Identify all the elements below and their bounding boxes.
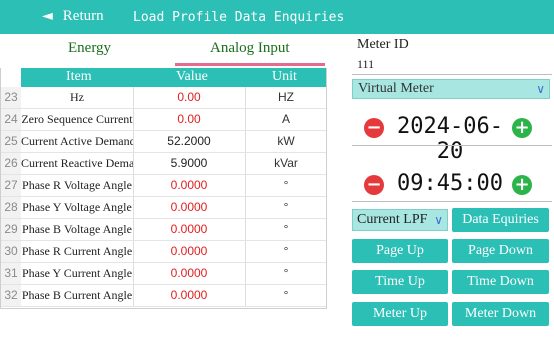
row-unit: °: [283, 266, 289, 280]
row-item: Phase R Current Angle: [21, 244, 133, 258]
control-panel: Meter ID 111 Virtual Meter ∨ − 2024-06-2…: [352, 34, 554, 345]
page-up-button[interactable]: Page Up: [352, 239, 448, 263]
return-label: Return: [62, 8, 104, 24]
date-underline: [352, 145, 552, 146]
table-row[interactable]: 24 Zero Sequence Current 0.00 A: [1, 109, 326, 131]
lpf-mode-value: Current LPF: [357, 212, 428, 227]
row-item: Phase B Current Angle: [21, 288, 133, 302]
tab-energy[interactable]: Energy: [68, 40, 111, 57]
row-value: 0.0000: [170, 266, 208, 280]
meter-id-label: Meter ID: [357, 37, 409, 52]
row-unit: kVar: [274, 156, 298, 170]
row-value: 0.0000: [170, 244, 208, 258]
row-number: 26: [1, 153, 21, 174]
time-down-button[interactable]: Time Down: [452, 270, 549, 294]
page-title: Load Profile Data Enquiries: [133, 10, 345, 25]
row-unit: °: [283, 244, 289, 258]
row-unit: °: [283, 222, 289, 236]
meter-down-button[interactable]: Meter Down: [452, 302, 549, 326]
row-unit: HZ: [278, 90, 294, 104]
row-item: Zero Sequence Current: [21, 112, 133, 126]
table-header: Item Value Unit: [21, 68, 326, 87]
row-number: 30: [1, 241, 21, 262]
row-number: 28: [1, 197, 21, 218]
row-value: 5.9000: [170, 156, 208, 170]
arrow-left-icon: ◄: [42, 8, 53, 24]
column-header-unit: Unit: [272, 69, 297, 84]
table-row[interactable]: 32 Phase B Current Angle 0.0000 °: [1, 285, 326, 307]
time-underline: [352, 201, 552, 202]
row-value: 0.00: [177, 112, 201, 126]
chevron-down-icon: ∨: [434, 213, 443, 227]
row-unit: °: [283, 288, 289, 302]
row-item: Phase R Voltage Angle: [22, 178, 132, 192]
row-number: 29: [1, 219, 21, 240]
row-number: 31: [1, 263, 21, 284]
data-equiries-button[interactable]: Data Equiries: [452, 208, 549, 232]
data-table: Item Value Unit 23 Hz 0.00 HZ 24 Zero Sequenc…: [0, 68, 327, 309]
row-value: 52.2000: [167, 134, 211, 148]
active-tab-indicator: [175, 63, 325, 66]
table-row[interactable]: 23 Hz 0.00 HZ: [1, 87, 326, 109]
row-value: 0.0000: [170, 178, 208, 192]
table-row[interactable]: 25 Current Active Demand 52.2000 kW: [1, 131, 326, 153]
row-number: 25: [1, 131, 21, 152]
row-number: 27: [1, 175, 21, 196]
row-unit: °: [283, 200, 289, 214]
row-value: 0.0000: [170, 288, 208, 302]
meter-select[interactable]: Virtual Meter ∨: [352, 79, 550, 99]
table-row[interactable]: 26Current Reactive Demand 5.9000 kVar: [1, 153, 326, 175]
row-item: Phase Y Current Angle: [21, 266, 133, 280]
row-number: 32: [1, 285, 21, 306]
top-bar: ◄ Return Load Profile Data Enquiries: [0, 0, 554, 34]
date-value: 2024-06-20: [397, 114, 503, 164]
table-row[interactable]: 29 Phase B Voltage Angle 0.0000 °: [1, 219, 326, 241]
row-item: Phase B Voltage Angle: [22, 222, 132, 236]
page-down-button[interactable]: Page Down: [452, 239, 549, 263]
row-item: Current Reactive Demand: [21, 156, 133, 170]
column-header-value: Value: [176, 69, 208, 84]
date-stepper: − 2024-06-20 +: [352, 114, 552, 164]
row-value: 0.0000: [170, 200, 208, 214]
time-increment-button[interactable]: +: [512, 175, 532, 195]
row-unit: °: [283, 178, 289, 192]
return-button[interactable]: ◄ Return: [42, 8, 104, 25]
row-item: Hz: [70, 90, 84, 104]
meter-id-input[interactable]: 111: [357, 57, 374, 72]
time-stepper: − 09:45:00 +: [352, 171, 552, 201]
chevron-down-icon: ∨: [536, 82, 545, 96]
row-value: 0.0000: [170, 222, 208, 236]
table-row[interactable]: 31 Phase Y Current Angle 0.0000 °: [1, 263, 326, 285]
tab-analog-input[interactable]: Analog Input: [210, 40, 290, 57]
time-decrement-button[interactable]: −: [364, 175, 384, 195]
table-body: 23 Hz 0.00 HZ 24 Zero Sequence Current 0.00 A 25…: [1, 87, 326, 307]
meter-up-button[interactable]: Meter Up: [352, 302, 448, 326]
table-row[interactable]: 27 Phase R Voltage Angle 0.0000 °: [1, 175, 326, 197]
time-value: 09:45:00: [397, 171, 503, 196]
row-item: Current Active Demand: [21, 134, 133, 148]
lpf-mode-select[interactable]: Current LPF ∨: [352, 209, 448, 231]
time-up-button[interactable]: Time Up: [352, 270, 448, 294]
date-increment-button[interactable]: +: [512, 118, 532, 138]
table-row[interactable]: 28 Phase Y Voltage Angle 0.0000 °: [1, 197, 326, 219]
row-item: Phase Y Voltage Angle: [22, 200, 132, 214]
meter-id-underline: [352, 74, 552, 75]
row-value: 0.00: [177, 90, 201, 104]
table-row[interactable]: 30 Phase R Current Angle 0.0000 °: [1, 241, 326, 263]
column-header-item: Item: [66, 69, 92, 84]
row-unit: kW: [277, 134, 295, 148]
meter-select-value: Virtual Meter: [358, 81, 434, 96]
date-decrement-button[interactable]: −: [364, 118, 384, 138]
row-number: 23: [1, 87, 21, 108]
row-unit: A: [281, 112, 290, 126]
row-number: 24: [1, 109, 21, 130]
